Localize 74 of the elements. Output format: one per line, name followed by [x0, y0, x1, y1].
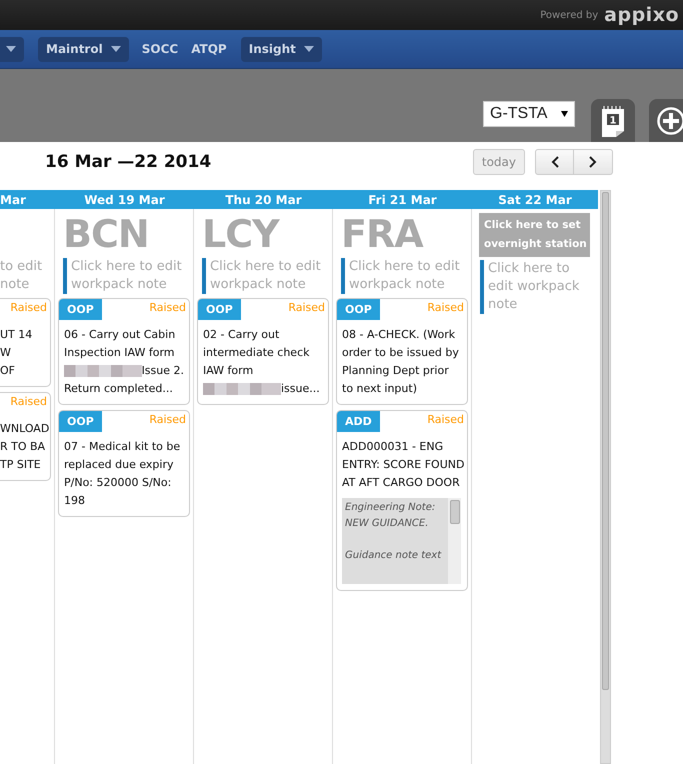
task-card[interactable]: OOP Raised 02 - Carry out intermediate check IAW form issue... — [197, 298, 329, 405]
chevron-left-icon — [550, 156, 558, 168]
card-text: OF — [0, 363, 15, 379]
nav-link[interactable]: ATQP — [191, 42, 227, 56]
task-card[interactable]: OOP Raised 07 - Medical kit to be replaced due expiry P/No: 520000 S/No: 198 — [58, 410, 190, 517]
logo: appixo — [604, 4, 679, 26]
nav-dropdown[interactable]: Insight — [240, 36, 322, 62]
card-text: 02 - Carry out — [203, 327, 280, 343]
caret-icon — [110, 46, 121, 52]
type-badge: OOP — [59, 411, 102, 432]
card-text: TP SITE — [0, 457, 41, 473]
task-card[interactable]: Raised UT 14 W OF — [0, 298, 51, 387]
card-text: 06 - Carry out Cabin — [64, 327, 176, 343]
card-text: 07 - Medical kit to be — [64, 439, 180, 455]
status-label: Raised — [10, 394, 48, 408]
previous-button[interactable] — [535, 148, 574, 174]
aircraft-select[interactable]: G-TSTA — [483, 101, 575, 127]
status-label: Raised — [288, 300, 326, 314]
day-header: Fri 21 Mar — [333, 190, 472, 209]
task-card[interactable]: OOP Raised 06 - Carry out Cabin Inspection IAW form Issue 2. Return completed... — [58, 298, 190, 405]
caret-icon — [6, 46, 16, 52]
card-text: P/No: 520000 S/No: — [64, 475, 172, 491]
task-card[interactable]: ADD Raised ADD000031 - ENG ENTRY: SCORE FOUND AT AFT CARGO DOOR Engineering Note: NEW GUIDANCE. Guidance note text — [336, 410, 468, 591]
card-text: ENTRY: SCORE FOUND — [342, 457, 464, 473]
card-text: WNLOAD — [0, 421, 50, 437]
add-tab[interactable] — [649, 99, 683, 142]
card-text: IAW form — [203, 363, 254, 379]
engineering-note: Guidance note text — [345, 549, 442, 563]
card-text: Inspection IAW form — [64, 345, 174, 361]
caret-icon — [304, 46, 314, 52]
card-text: replaced due expiry — [64, 457, 174, 473]
card-text: W — [0, 345, 11, 361]
type-badge: OOP — [198, 299, 241, 320]
type-badge: ADD — [337, 411, 380, 432]
task-card[interactable]: OOP Raised 08 - A-CHECK. (Work order to be issued by Planning Dept prior to next input) — [336, 298, 468, 405]
card-text: AT AFT CARGO DOOR — [342, 475, 460, 491]
card-text: ADD000031 - ENG — [342, 439, 444, 455]
card-text: 08 - A-CHECK. (Work — [342, 327, 456, 343]
nav-dropdown[interactable] — [0, 36, 24, 62]
day-header: Mar — [0, 190, 55, 209]
type-badge: OOP — [59, 299, 102, 320]
next-button[interactable] — [574, 148, 613, 174]
type-badge: OOP — [337, 299, 380, 320]
card-text: Planning Dept prior — [342, 363, 449, 379]
nav-link[interactable]: SOCC — [142, 42, 178, 56]
calendar-tab[interactable]: 1 — [591, 99, 635, 142]
powered-by-text: Powered by — [540, 10, 598, 20]
engineering-note: Engineering Note: NEW GUIDANCE. — [345, 501, 436, 531]
day-header: Wed 19 Mar — [55, 190, 194, 209]
card-text: to next input) — [342, 381, 417, 397]
status-label: Raised — [427, 300, 465, 314]
card-text: Issue 2. — [142, 363, 184, 379]
card-text: UT 14 — [0, 327, 32, 343]
chevron-right-icon — [589, 156, 597, 168]
plus-icon — [657, 106, 683, 134]
nav-dropdown[interactable]: Maintrol — [38, 36, 129, 62]
card-text: intermediate check — [203, 345, 310, 361]
day-header: Thu 20 Mar — [194, 190, 333, 209]
date-range-title: 16 Mar —22 2014 — [45, 152, 212, 172]
day-header: Sat 22 Mar — [472, 190, 598, 209]
scrollbar[interactable] — [600, 190, 611, 764]
card-text: Return completed... — [64, 381, 173, 397]
scrollbar-thumb[interactable] — [450, 500, 460, 524]
card-text: issue... — [281, 381, 320, 397]
card-text: 198 — [64, 493, 85, 509]
status-label: Raised — [427, 412, 465, 426]
card-text: R TO BA — [0, 439, 46, 455]
card-text: order to be issued by — [342, 345, 459, 361]
dropdown-arrow-icon — [561, 111, 568, 117]
today-button[interactable]: today — [472, 148, 525, 174]
status-label: Raised — [149, 412, 187, 426]
status-label: Raised — [10, 300, 48, 314]
task-card[interactable]: Raised WNLOAD R TO BA TP SITE — [0, 392, 51, 481]
status-label: Raised — [149, 300, 187, 314]
